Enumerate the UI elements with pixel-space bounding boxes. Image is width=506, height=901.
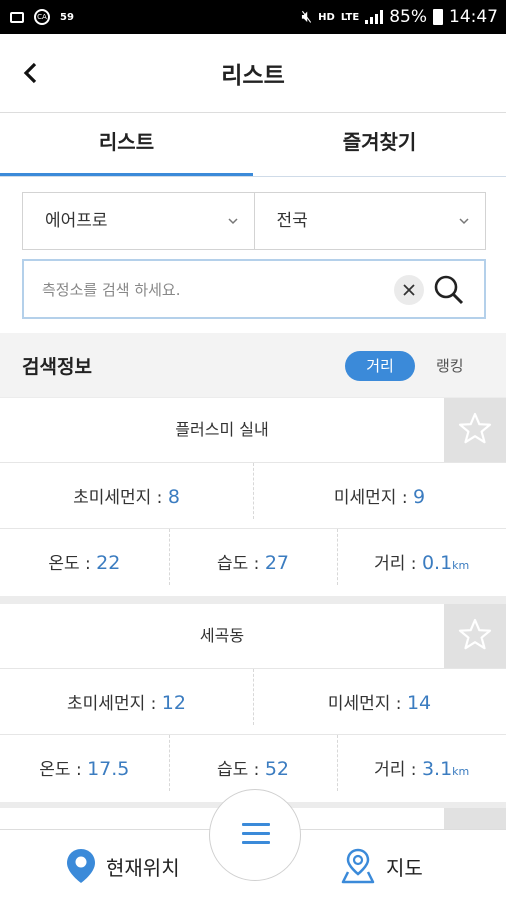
favorite-button[interactable] bbox=[444, 398, 506, 462]
distance-value: 0.1 bbox=[421, 552, 453, 574]
humidity-value: 52 bbox=[264, 758, 290, 780]
fine-dust: 미세먼지 : 14 bbox=[253, 669, 506, 725]
star-icon bbox=[458, 618, 492, 650]
favorite-button[interactable] bbox=[444, 604, 506, 668]
region-select-value: 전국 bbox=[276, 211, 308, 231]
humidity-value: 27 bbox=[264, 552, 290, 574]
tab-favorites[interactable]: 즐겨찾기 bbox=[253, 113, 506, 177]
signal-icon bbox=[365, 10, 384, 24]
app-bar: 리스트 bbox=[0, 34, 506, 113]
station-name: 세곡동 bbox=[199, 626, 245, 645]
sort-ranking-button[interactable]: 랭킹 bbox=[436, 351, 464, 381]
map-pin-icon bbox=[341, 848, 375, 884]
distance-value: 3.1 bbox=[421, 758, 453, 780]
star-icon bbox=[458, 412, 492, 444]
station-card[interactable]: 세곡동 초미세먼지 : 12 미세먼지 : 14 온도 : 17.5 습도 : … bbox=[0, 604, 506, 802]
app-notification-icon: CA bbox=[34, 9, 50, 25]
close-icon bbox=[403, 284, 415, 296]
region-select[interactable]: 전국 bbox=[253, 193, 486, 249]
battery-percent: 85% bbox=[389, 7, 427, 27]
distance: 거리 : 3.1km bbox=[337, 735, 506, 791]
menu-button[interactable] bbox=[209, 789, 301, 881]
search-input[interactable] bbox=[40, 273, 384, 307]
dust-row: 초미세먼지 : 12 미세먼지 : 14 bbox=[0, 668, 506, 734]
temperature: 온도 : 22 bbox=[48, 552, 121, 574]
distance: 거리 : 0.1km bbox=[337, 529, 506, 585]
mute-icon: 🔇︎ bbox=[301, 7, 313, 27]
tab-bar: 리스트 즐겨찾기 bbox=[0, 113, 506, 177]
ultrafine-value: 12 bbox=[161, 692, 186, 714]
clear-search-button[interactable] bbox=[394, 275, 424, 305]
battery-icon bbox=[433, 9, 443, 25]
humidity: 습도 : 52 bbox=[168, 735, 338, 791]
clock: 14:47 bbox=[449, 7, 498, 27]
tab-list[interactable]: 리스트 bbox=[0, 113, 253, 177]
hamburger-icon bbox=[242, 823, 270, 850]
fine-value: 14 bbox=[406, 692, 432, 714]
location-pin-icon bbox=[67, 849, 95, 883]
filter-panel: 에어프로 전국 bbox=[0, 177, 506, 333]
current-location-label: 현재위치 bbox=[106, 855, 180, 880]
select-group: 에어프로 전국 bbox=[22, 192, 486, 250]
map-button[interactable]: 지도 bbox=[340, 848, 423, 884]
brand-select[interactable]: 에어프로 bbox=[23, 193, 254, 249]
search-info-label: 검색정보 bbox=[22, 356, 92, 378]
ultrafine-dust: 초미세먼지 : 12 bbox=[67, 692, 186, 714]
lte-indicator: LTE bbox=[340, 11, 360, 23]
ultrafine-dust: 초미세먼지 : 8 bbox=[73, 486, 180, 508]
notification-count: 59 bbox=[60, 11, 74, 23]
page-title: 리스트 bbox=[221, 63, 285, 89]
ultrafine-value: 8 bbox=[167, 486, 180, 508]
humidity: 습도 : 27 bbox=[168, 529, 338, 585]
temperature-value: 22 bbox=[96, 552, 121, 574]
map-label: 지도 bbox=[386, 855, 423, 880]
search-info-bar: 검색정보 거리 랭킹 bbox=[0, 333, 506, 397]
distance-unit: km bbox=[452, 765, 470, 778]
fine-dust: 미세먼지 : 9 bbox=[253, 463, 506, 519]
hd-indicator: HD bbox=[318, 11, 335, 23]
sort-distance-button[interactable]: 거리 bbox=[345, 351, 415, 381]
temperature: 온도 : 17.5 bbox=[39, 758, 130, 780]
search-icon[interactable] bbox=[432, 273, 466, 307]
status-bar: CA 59 🔇︎ HD LTE 85% 14:47 bbox=[0, 0, 506, 34]
image-icon bbox=[10, 11, 24, 23]
temperature-value: 17.5 bbox=[87, 758, 130, 780]
chevron-down-icon bbox=[459, 218, 469, 225]
brand-select-value: 에어프로 bbox=[45, 211, 108, 231]
station-name: 플러스미 실내 bbox=[175, 420, 269, 439]
station-card[interactable]: 플러스미 실내 초미세먼지 : 8 미세먼지 : 9 온도 : 22 습도 : … bbox=[0, 398, 506, 596]
dust-row: 초미세먼지 : 8 미세먼지 : 9 bbox=[0, 462, 506, 528]
current-location-button[interactable]: 현재위치 bbox=[66, 848, 180, 884]
search-box bbox=[22, 259, 486, 319]
distance-unit: km bbox=[452, 559, 470, 572]
fine-value: 9 bbox=[413, 486, 426, 508]
weather-row: 온도 : 22 습도 : 27 거리 : 0.1km bbox=[0, 528, 506, 594]
chevron-down-icon bbox=[227, 218, 238, 225]
